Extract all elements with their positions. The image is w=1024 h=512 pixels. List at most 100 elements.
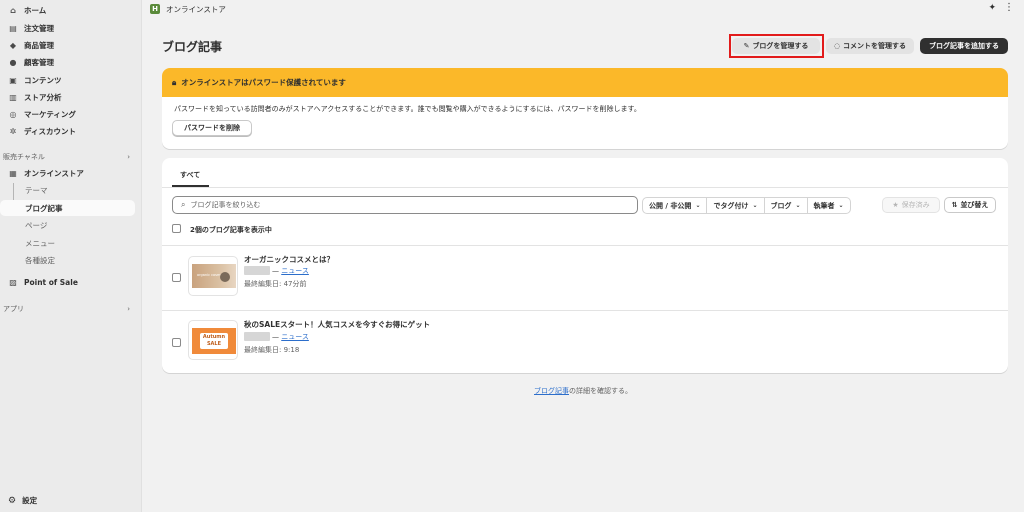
- sidebar-item-online-store[interactable]: ▦ オンラインストア: [0, 165, 142, 182]
- sidebar-item-analytics[interactable]: ▥ ストア分析: [0, 89, 142, 106]
- sidebar-item-label: Point of Sale: [24, 278, 78, 287]
- chevron-down-icon: ⌄: [795, 202, 801, 209]
- filter-group: 公開 / 非公開 ⌄ でタグ付け ⌄ ブログ ⌄ 執筆者 ⌄: [642, 197, 851, 214]
- blog-posts-card: すべて ⌕ ブログ記事を絞り込む 公開 / 非公開 ⌄ でタグ付け ⌄ ブログ ⌄ 執…: [162, 158, 1008, 373]
- post-edited: 最終編集日: 9:18: [244, 346, 300, 354]
- row-checkbox[interactable]: [172, 273, 181, 282]
- sidebar-item-home[interactable]: ⌂ ホーム: [0, 2, 142, 19]
- chevron-right-icon: ›: [127, 305, 130, 313]
- sidebar-item-marketing[interactable]: ◎ マーケティング: [0, 106, 142, 123]
- author-separator: —: [272, 267, 282, 275]
- highlight-box: [729, 34, 824, 58]
- comment-icon: ◌: [833, 42, 841, 50]
- filter-blog[interactable]: ブログ ⌄: [765, 198, 808, 213]
- add-post-button[interactable]: ブログ記事を追加する: [920, 38, 1008, 54]
- blog-link[interactable]: ニュース: [281, 333, 309, 341]
- store-icon: ▦: [9, 169, 17, 178]
- more-icon[interactable]: ⋮: [1004, 2, 1014, 13]
- gear-icon: ⚙: [8, 495, 17, 506]
- divider: [162, 187, 1008, 188]
- sidebar-sub-blog-posts[interactable]: ブログ記事: [0, 200, 135, 216]
- filter-label: 公開 / 非公開: [649, 201, 692, 210]
- pos-icon: ▨: [9, 278, 17, 287]
- pin-icon[interactable]: ✦: [988, 3, 996, 13]
- sidebar-item-label: ストア分析: [24, 93, 62, 102]
- sales-channels-label: 販売チャネル: [3, 153, 45, 161]
- sidebar-item-label: 商品管理: [24, 41, 54, 50]
- filter-label: 執筆者: [813, 201, 835, 210]
- remove-password-button[interactable]: パスワードを削除: [172, 120, 252, 136]
- thumbnail-text: Autumn SALE: [200, 333, 228, 349]
- tab-all[interactable]: すべて: [172, 164, 208, 186]
- lock-icon: 🔒︎: [172, 77, 177, 87]
- post-title[interactable]: 秋のSALEスタート！人気コスメを今すぐお得にゲット: [244, 319, 430, 330]
- sidebar-sub-themes[interactable]: テーマ: [0, 182, 135, 198]
- search-input[interactable]: ⌕ ブログ記事を絞り込む: [172, 196, 638, 214]
- filter-visibility[interactable]: 公開 / 非公開 ⌄: [643, 198, 708, 213]
- sidebar-item-content[interactable]: ▣ コンテンツ: [0, 72, 142, 89]
- divider: [162, 245, 1008, 246]
- tag-icon: ◆: [9, 41, 17, 50]
- filter-tagged[interactable]: でタグ付け ⌄: [707, 198, 765, 213]
- sidebar-item-label: 設定: [22, 496, 38, 505]
- saved-button[interactable]: ★ 保存済み: [882, 197, 940, 213]
- post-thumbnail: organic cosmetics: [188, 256, 238, 296]
- sidebar-item-customers[interactable]: ● 顧客管理: [0, 54, 142, 71]
- sidebar-item-products[interactable]: ◆ 商品管理: [0, 37, 142, 54]
- sales-channels-section[interactable]: 販売チャネル ›: [0, 150, 142, 164]
- sidebar-item-orders[interactable]: ▤ 注文管理: [0, 20, 142, 37]
- redacted-author: [244, 266, 270, 275]
- search-placeholder: ブログ記事を絞り込む: [190, 201, 261, 209]
- select-all-checkbox[interactable]: [172, 224, 181, 233]
- footer-suffix: の詳細を確認する。: [569, 387, 632, 395]
- divider: [162, 310, 1008, 311]
- post-blog-line: — ニュース: [272, 266, 309, 276]
- sidebar-item-label: オンラインストア: [24, 169, 84, 178]
- home-icon: ⌂: [10, 6, 16, 15]
- password-banner: 🔒︎ オンラインストアはパスワード保護されています パスワードを知っている訪問者…: [162, 68, 1008, 149]
- banner-text: パスワードを知っている訪問者のみがストアへアクセスすることができます。誰でも閲覧…: [174, 105, 641, 113]
- post-title[interactable]: オーガニックコスメとは？: [244, 254, 334, 265]
- blog-posts-learn-link[interactable]: ブログ記事: [534, 386, 569, 396]
- thumbnail-image: Autumn SALE: [192, 328, 236, 354]
- chevron-down-icon: ⌄: [752, 202, 758, 209]
- sidebar-sub-preferences[interactable]: 各種設定: [0, 252, 135, 268]
- chevron-right-icon: ›: [127, 153, 130, 161]
- author-separator: —: [272, 333, 282, 341]
- sidebar-item-label: マーケティング: [24, 110, 76, 119]
- footer-note: ブログ記事 の詳細を確認する。: [0, 386, 1024, 396]
- filter-author[interactable]: 執筆者 ⌄: [808, 198, 850, 213]
- target-icon: ◎: [9, 110, 17, 119]
- sidebar-item-label: ディスカウント: [24, 127, 76, 136]
- blog-link[interactable]: ニュース: [281, 267, 309, 275]
- banner-heading-text: オンラインストアはパスワード保護されています: [181, 78, 346, 87]
- redacted-author: [244, 332, 270, 341]
- apps-section[interactable]: アプリ ›: [0, 302, 142, 316]
- sidebar-item-label: コンテンツ: [24, 76, 62, 85]
- sidebar-sub-menus[interactable]: メニュー: [0, 235, 135, 251]
- topbar-title: オンラインストア: [166, 4, 226, 14]
- filter-label: でタグ付け: [713, 201, 749, 210]
- sidebar-sub-pages[interactable]: ページ: [0, 217, 135, 233]
- sort-button[interactable]: ⇅ 並び替え: [944, 197, 996, 213]
- chevron-down-icon: ⌄: [695, 202, 701, 209]
- sidebar-item-pos[interactable]: ▨ Point of Sale: [0, 274, 142, 291]
- row-checkbox[interactable]: [172, 338, 181, 347]
- sidebar-item-discounts[interactable]: ✲ ディスカウント: [0, 123, 142, 140]
- sidebar-item-label: ホーム: [24, 6, 47, 15]
- post-count: 2個のブログ記事を表示中: [190, 226, 272, 234]
- thumbnail-image: organic cosmetics: [192, 264, 236, 288]
- store-logo-icon: H: [150, 4, 160, 14]
- analytics-icon: ▥: [9, 93, 17, 102]
- discount-icon: ✲: [9, 127, 17, 136]
- banner-heading: 🔒︎ オンラインストアはパスワード保護されています: [162, 68, 1008, 97]
- person-icon: ●: [9, 58, 17, 67]
- manage-comments-button[interactable]: ◌ コメントを管理する: [826, 38, 914, 54]
- post-edited: 最終編集日: 47分前: [244, 280, 307, 288]
- post-thumbnail: Autumn SALE: [188, 320, 238, 360]
- post-blog-line: — ニュース: [272, 332, 309, 342]
- sort-icon: ⇅: [951, 201, 958, 209]
- sidebar-item-settings[interactable]: ⚙ 設定: [8, 495, 37, 506]
- saved-label: 保存済み: [901, 201, 930, 209]
- content-icon: ▣: [9, 76, 17, 85]
